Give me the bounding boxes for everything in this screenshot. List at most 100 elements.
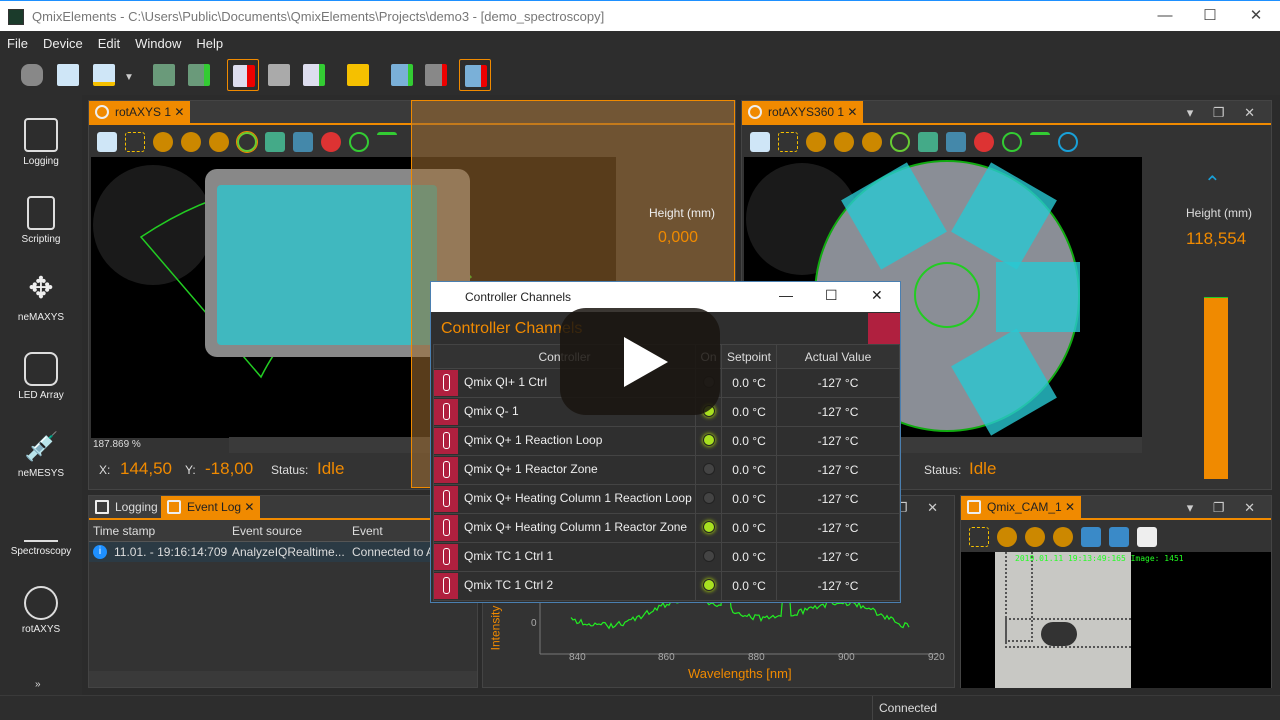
- channel-row[interactable]: Qmix Q+ Heating Column 1 Reaction Loop 0…: [433, 484, 900, 514]
- horizontal-scrollbar[interactable]: [89, 671, 477, 687]
- close-tab-icon[interactable]: ✕: [1065, 500, 1075, 514]
- close-tab-icon[interactable]: ✕: [244, 500, 254, 514]
- stop-icon[interactable]: [321, 132, 341, 152]
- folder-image-icon[interactable]: [342, 59, 374, 91]
- record-icon[interactable]: [1109, 527, 1129, 547]
- maximize-button[interactable]: ☐: [1195, 5, 1225, 27]
- channel-row[interactable]: Qmix TC 1 Ctrl 2 0.0 °C -127 °C: [433, 571, 900, 601]
- expand-icon[interactable]: »: [35, 679, 41, 690]
- sidebar-item-rotaxys[interactable]: rotAXYS: [0, 578, 82, 656]
- rotate-icon[interactable]: [1058, 132, 1078, 152]
- fit-icon[interactable]: [125, 132, 145, 152]
- status-led-icon[interactable]: [702, 433, 715, 446]
- table-row[interactable]: i 11.01. - 19:16:14:709 AnalyzeIQRealtim…: [89, 542, 477, 562]
- horizontal-scrollbar[interactable]: [892, 437, 1142, 453]
- col-time-stamp[interactable]: Time stamp: [93, 524, 155, 538]
- sidebar-item-nemaxys[interactable]: ✥ neMAXYS: [0, 266, 82, 344]
- setpoint-cell[interactable]: 0.0 °C: [721, 397, 777, 427]
- setpoint-cell[interactable]: 0.0 °C: [721, 513, 777, 543]
- minimize-button[interactable]: —: [1150, 5, 1180, 27]
- col-event[interactable]: Event: [352, 524, 383, 538]
- panel-controls[interactable]: ▾ ❐ ✕: [1187, 500, 1263, 516]
- window-icon[interactable]: [750, 132, 770, 152]
- script-settings-icon[interactable]: [148, 59, 180, 91]
- script-run-icon[interactable]: [183, 59, 215, 91]
- sidebar-item-logging[interactable]: Logging: [0, 110, 82, 188]
- on-cell[interactable]: [695, 542, 722, 572]
- plug-icon[interactable]: [16, 59, 48, 91]
- chevron-down-icon[interactable]: ▼: [124, 72, 134, 83]
- setpoint-cell[interactable]: 0.0 °C: [721, 368, 777, 398]
- status-led-icon[interactable]: [702, 491, 715, 504]
- stop-icon[interactable]: [974, 132, 994, 152]
- sidebar-item-spectroscopy[interactable]: Spectroscopy: [0, 500, 82, 578]
- window-icon[interactable]: [97, 132, 117, 152]
- menu-help[interactable]: Help: [189, 31, 231, 51]
- favorites-icon[interactable]: [88, 59, 120, 91]
- menu-edit[interactable]: Edit: [91, 31, 128, 51]
- zoom-out-icon[interactable]: [209, 132, 229, 152]
- add-position-alt-icon[interactable]: [946, 132, 966, 152]
- panel-controls[interactable]: ▾ ❐ ✕: [1187, 105, 1263, 121]
- channel-row[interactable]: Qmix TC 1 Ctrl 1 0.0 °C -127 °C: [433, 542, 900, 572]
- add-position-icon[interactable]: [265, 132, 285, 152]
- close-tab-icon[interactable]: ✕: [174, 105, 184, 119]
- on-cell[interactable]: [695, 484, 722, 514]
- home-up-icon[interactable]: [1030, 132, 1050, 152]
- syringes-run-icon[interactable]: [386, 59, 418, 91]
- script-play-icon[interactable]: [298, 59, 330, 91]
- close-tab-icon[interactable]: ✕: [847, 105, 857, 119]
- setpoint-cell[interactable]: 0.0 °C: [721, 426, 777, 456]
- setpoint-cell[interactable]: 0.0 °C: [721, 571, 777, 601]
- tab-event-log[interactable]: Event Log ✕: [161, 496, 261, 518]
- col-setpoint[interactable]: Setpoint: [721, 344, 777, 369]
- dialog-minimize-button[interactable]: —: [779, 287, 793, 303]
- clipboard-icon[interactable]: [1137, 527, 1157, 547]
- channel-row[interactable]: Qmix Q+ Heating Column 1 Reactor Zone 0.…: [433, 513, 900, 543]
- status-led-icon[interactable]: [702, 462, 715, 475]
- tab-rotaxys360-1[interactable]: rotAXYS360 1 ✕: [742, 101, 864, 123]
- setpoint-cell[interactable]: 0.0 °C: [721, 455, 777, 485]
- status-led-icon[interactable]: [702, 520, 715, 533]
- zoom-reset-icon[interactable]: [997, 527, 1017, 547]
- zoom-reset-icon[interactable]: [806, 132, 826, 152]
- refresh-icon[interactable]: [1002, 132, 1022, 152]
- tab-logging[interactable]: Logging: [89, 496, 164, 518]
- status-led-icon[interactable]: [702, 578, 715, 591]
- menu-window[interactable]: Window: [128, 31, 189, 51]
- refresh-icon[interactable]: [349, 132, 369, 152]
- crosshair-icon[interactable]: [890, 132, 910, 152]
- dialog-maximize-button[interactable]: ☐: [825, 287, 838, 304]
- col-actual-value[interactable]: Actual Value: [776, 344, 900, 369]
- script-stop-icon[interactable]: [227, 59, 259, 91]
- syringes-stop-icon[interactable]: [420, 59, 452, 91]
- valve-stop-icon[interactable]: [459, 59, 491, 91]
- close-button[interactable]: ✕: [1241, 5, 1271, 27]
- home-up-icon[interactable]: [377, 132, 397, 152]
- height-up-icon[interactable]: ⌃: [1204, 171, 1221, 196]
- on-cell[interactable]: [695, 513, 722, 543]
- fit-icon[interactable]: [969, 527, 989, 547]
- zoom-in-icon[interactable]: [1025, 527, 1045, 547]
- crosshair-icon[interactable]: [236, 131, 258, 153]
- channel-row[interactable]: Qmix Q+ 1 Reaction Loop 0.0 °C -127 °C: [433, 426, 900, 456]
- menu-device[interactable]: Device: [36, 31, 91, 51]
- status-led-icon[interactable]: [702, 549, 715, 562]
- script-pause-icon[interactable]: [263, 59, 295, 91]
- on-cell[interactable]: [695, 455, 722, 485]
- sidebar-item-nemesys[interactable]: 💉 neMESYS: [0, 422, 82, 500]
- zoom-out-icon[interactable]: [862, 132, 882, 152]
- new-window-icon[interactable]: [52, 59, 84, 91]
- zoom-reset-icon[interactable]: [153, 132, 173, 152]
- add-position-icon[interactable]: [918, 132, 938, 152]
- fit-icon[interactable]: [778, 132, 798, 152]
- col-event-source[interactable]: Event source: [232, 524, 302, 538]
- tab-rotaxys-1[interactable]: rotAXYS 1 ✕: [89, 101, 191, 123]
- on-cell[interactable]: [695, 571, 722, 601]
- snapshot-icon[interactable]: [1081, 527, 1101, 547]
- setpoint-cell[interactable]: 0.0 °C: [721, 542, 777, 572]
- zoom-in-icon[interactable]: [181, 132, 201, 152]
- sidebar-item-scripting[interactable]: Scripting: [0, 188, 82, 266]
- zoom-in-icon[interactable]: [834, 132, 854, 152]
- sidebar-item-led-array[interactable]: LED Array: [0, 344, 82, 422]
